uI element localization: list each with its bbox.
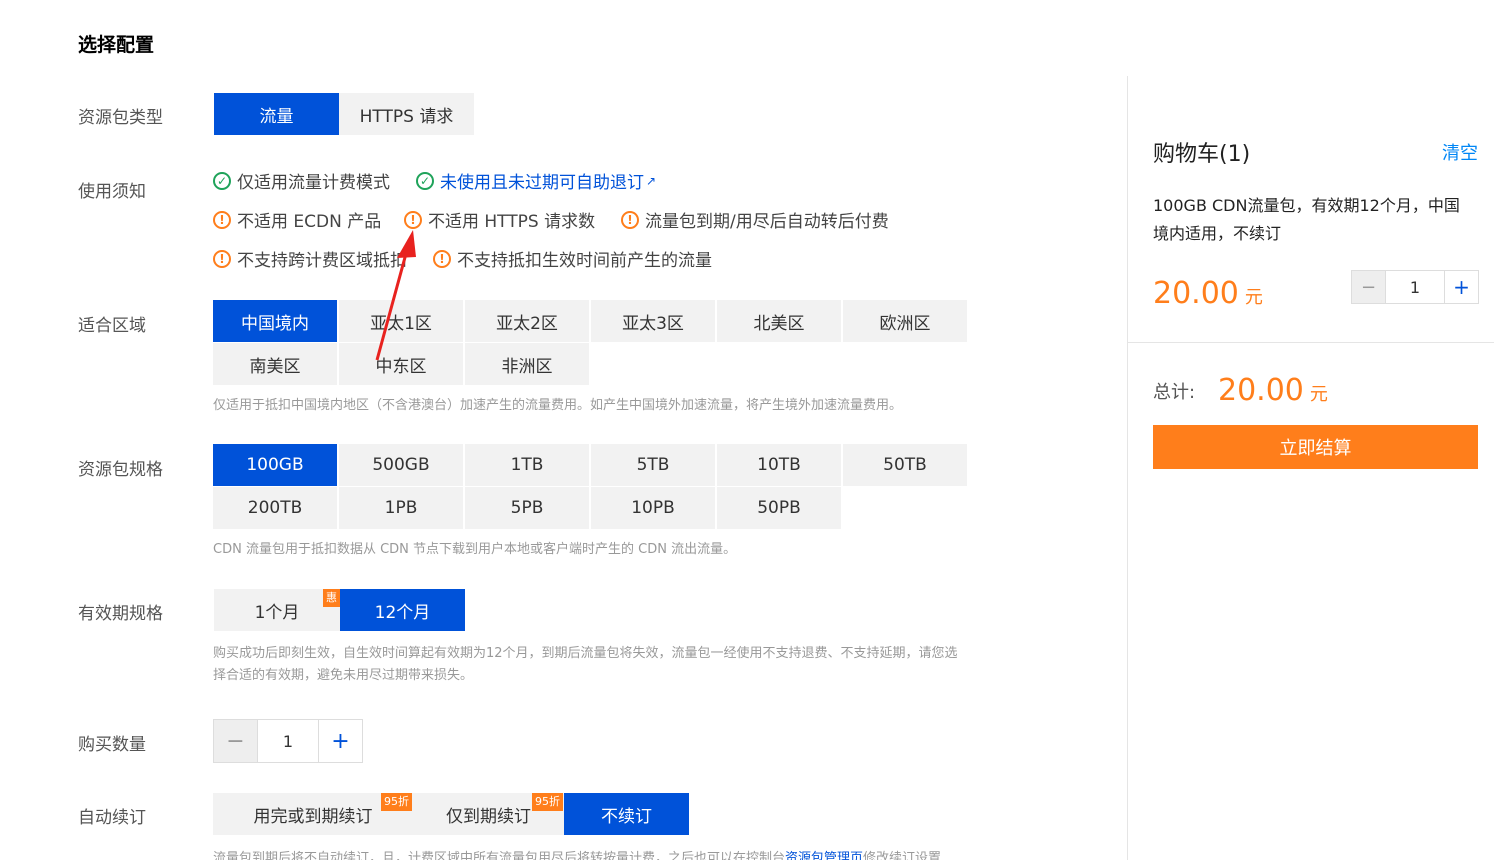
validity-12-months[interactable]: 12个月	[340, 589, 465, 631]
label-validity: 有效期规格	[78, 604, 163, 624]
pkg-type-traffic[interactable]: 流量	[214, 93, 339, 135]
check-circle-icon: ✓	[213, 171, 231, 190]
renew-option-both[interactable]: 用完或到期续订 95折	[213, 793, 413, 835]
spec-hint: CDN 流量包用于抵扣数据从 CDN 节点下载到用户本地或客户端时产生的 CDN…	[213, 542, 737, 557]
region-option[interactable]: 欧洲区	[843, 300, 967, 342]
discount-badge: 95折	[381, 793, 412, 811]
warning-icon: !	[213, 210, 231, 229]
spec-option[interactable]: 500GB	[339, 444, 463, 486]
increment-button[interactable]: +	[318, 720, 362, 762]
pkg-type-https[interactable]: HTTPS 请求	[339, 93, 474, 135]
spec-option[interactable]: 10PB	[591, 487, 715, 529]
notice-ok-1: ✓ 仅适用流量计费模式	[213, 168, 390, 193]
region-option[interactable]: 亚太2区	[465, 300, 589, 342]
warning-icon: !	[404, 210, 422, 229]
region-option[interactable]: 南美区	[213, 343, 337, 385]
quantity-stepper: − 1 +	[213, 719, 363, 763]
label-notice: 使用须知	[78, 182, 146, 202]
validity-hint-line2: 择合适的有效期，避免未用尽过期带来损失。	[213, 668, 474, 683]
spec-option[interactable]: 1PB	[339, 487, 463, 529]
cart-divider	[1128, 342, 1494, 343]
region-option[interactable]: 北美区	[717, 300, 841, 342]
label-region: 适合区域	[78, 316, 146, 336]
check-circle-icon: ✓	[416, 171, 434, 190]
spec-option[interactable]: 50TB	[843, 444, 967, 486]
label-pkg-type: 资源包类型	[78, 108, 163, 128]
spec-option[interactable]: 100GB	[213, 444, 337, 486]
pkg-manage-link[interactable]: 资源包管理页	[785, 851, 863, 860]
warning-icon: !	[213, 249, 231, 268]
spec-option[interactable]: 5PB	[465, 487, 589, 529]
external-link-icon: ↗	[646, 173, 657, 188]
notice-warn-2: ! 不适用 HTTPS 请求数	[404, 207, 595, 232]
decrement-button[interactable]: −	[214, 720, 258, 762]
checkout-button[interactable]: 立即结算	[1153, 425, 1478, 469]
label-spec: 资源包规格	[78, 460, 163, 480]
renew-hint: 流量包到期后将不自动续订，且，计费区域中所有流量包用尽后将转按量计费，之后也可以…	[213, 848, 941, 860]
total-label: 总计:	[1153, 382, 1196, 403]
region-hint: 仅适用于抵扣中国境内地区（不含港澳台）加速产生的流量费用。如产生中国境外加速流量…	[213, 398, 903, 413]
cart-title: 购物车(1)	[1153, 142, 1251, 167]
cart-item-desc: 100GB CDN流量包，有效期12个月，中国境内适用，不续订	[1153, 196, 1460, 243]
label-renew: 自动续订	[78, 808, 146, 828]
validity-1-month[interactable]: 1个月 惠	[214, 589, 340, 631]
spec-option[interactable]: 50PB	[717, 487, 841, 529]
page-title: 选择配置	[78, 34, 155, 56]
region-option[interactable]: 亚太1区	[339, 300, 463, 342]
notice-refund-link[interactable]: ✓ 未使用且未过期可自助退订 ↗	[416, 168, 656, 193]
spec-option[interactable]: 200TB	[213, 487, 337, 529]
cart-decrement-button[interactable]: −	[1352, 271, 1386, 303]
cart-increment-button[interactable]: +	[1444, 271, 1478, 303]
warning-icon: !	[621, 210, 639, 229]
spec-option[interactable]: 10TB	[717, 444, 841, 486]
quantity-input[interactable]: 1	[258, 720, 318, 762]
notice-warn-4: ! 不支持跨计费区域抵扣	[213, 246, 407, 271]
notice-warn-1: ! 不适用 ECDN 产品	[213, 207, 381, 232]
region-option[interactable]: 中东区	[339, 343, 463, 385]
discount-badge: 惠	[323, 589, 340, 607]
notice-warn-3: ! 流量包到期/用尽后自动转后付费	[621, 207, 889, 232]
renew-option-none[interactable]: 不续订	[564, 793, 689, 835]
warning-icon: !	[433, 249, 451, 268]
region-option[interactable]: 非洲区	[465, 343, 589, 385]
notice-warn-5: ! 不支持抵扣生效时间前产生的流量	[433, 246, 712, 271]
cart-item-price: 20.00 元	[1153, 276, 1263, 311]
validity-hint-line1: 购买成功后即刻生效，自生效时间算起有效期为12个月，到期后流量包将失效，流量包一…	[213, 646, 958, 661]
cart-clear-link[interactable]: 清空	[1442, 139, 1478, 165]
cart-quantity-stepper: − 1 +	[1351, 270, 1479, 304]
region-option[interactable]: 亚太3区	[591, 300, 715, 342]
discount-badge: 95折	[532, 793, 563, 811]
panel-divider	[1127, 76, 1128, 860]
spec-option[interactable]: 1TB	[465, 444, 589, 486]
renew-option-expiry[interactable]: 仅到期续订 95折	[413, 793, 564, 835]
cart-quantity-input[interactable]: 1	[1386, 271, 1444, 303]
region-option[interactable]: 中国境内	[213, 300, 337, 342]
label-qty: 购买数量	[78, 735, 146, 755]
spec-option[interactable]: 5TB	[591, 444, 715, 486]
total-price: 20.00 元	[1218, 373, 1328, 408]
